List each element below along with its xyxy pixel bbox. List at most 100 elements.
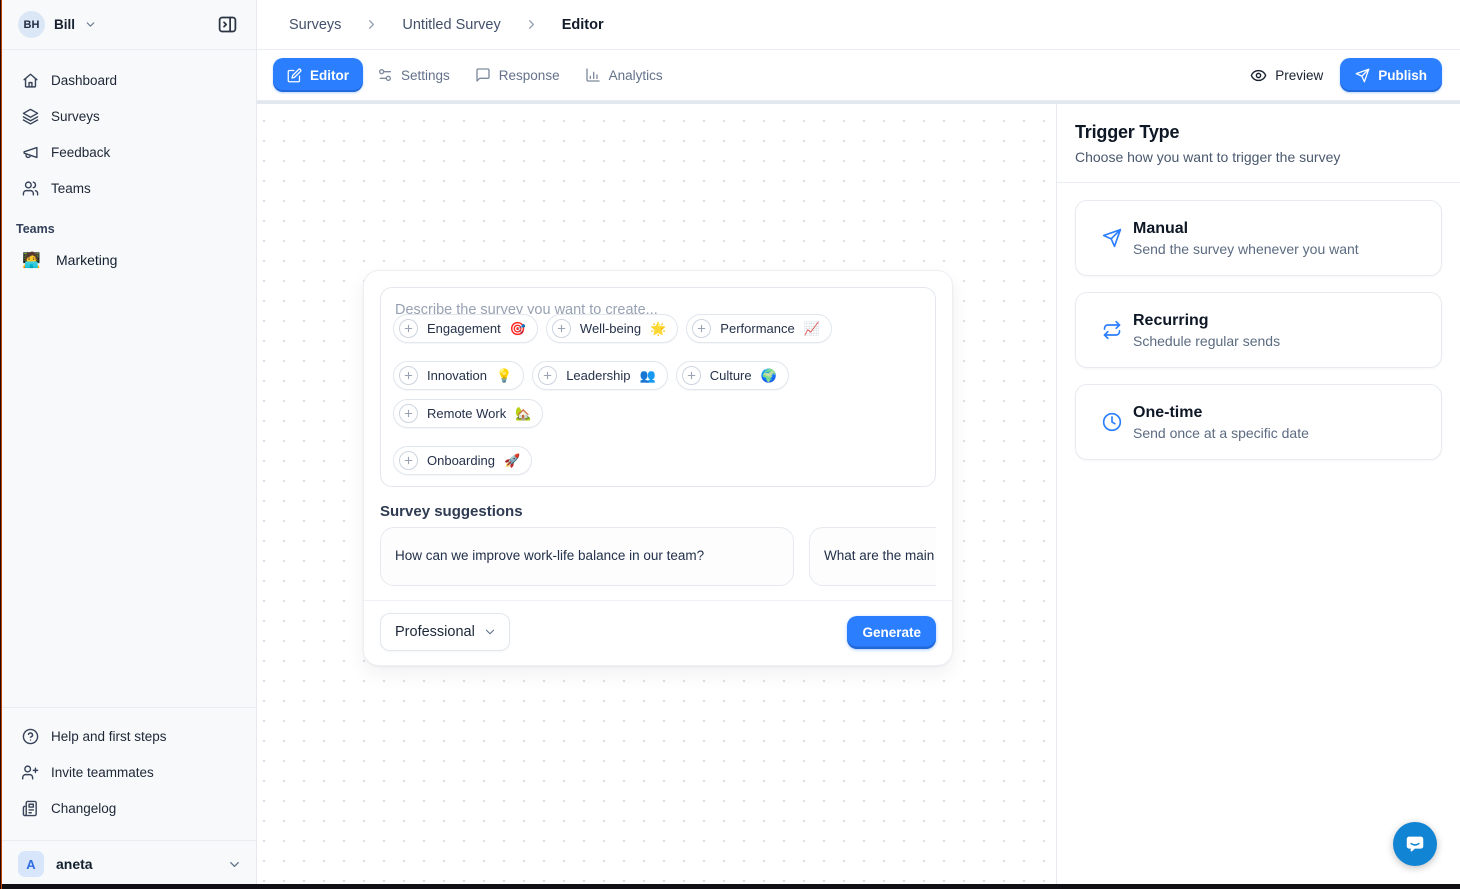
chip-performance[interactable]: Performance 📈 [686, 314, 832, 343]
sidebar-item-feedback[interactable]: Feedback [12, 135, 244, 169]
sidebar-item-dashboard[interactable]: Dashboard [12, 63, 244, 97]
preview-button[interactable]: Preview [1250, 67, 1323, 84]
house-emoji: 🏡 [515, 407, 531, 420]
user-menu[interactable]: A aneta [0, 840, 256, 889]
trigger-option-description: Schedule regular sends [1133, 333, 1280, 349]
chip-engagement[interactable]: Engagement 🎯 [393, 314, 538, 343]
chat-launcher-button[interactable] [1393, 822, 1437, 866]
chip-label: Onboarding [427, 453, 495, 468]
workspace-switcher[interactable]: BH Bill [0, 0, 256, 50]
survey-canvas[interactable]: Engagement 🎯 Well-being 🌟 Performance 📈 [257, 101, 1057, 889]
plus-icon [399, 319, 418, 338]
repeat-icon [1102, 320, 1122, 340]
composer-footer: Professional Generate [364, 600, 952, 665]
publish-button[interactable]: Publish [1340, 58, 1442, 92]
chip-label: Innovation [427, 368, 487, 383]
chip-innovation[interactable]: Innovation 💡 [393, 361, 524, 390]
tab-response[interactable]: Response [464, 58, 571, 92]
editor-toolbar: Editor Settings Response Analytics [257, 50, 1460, 101]
send-icon [1102, 228, 1122, 248]
preview-label: Preview [1275, 68, 1323, 83]
sidebar-item-label: Invite teammates [51, 765, 154, 780]
tone-value: Professional [395, 624, 475, 640]
trigger-option-title: One-time [1133, 404, 1309, 422]
sidebar-item-help[interactable]: Help and first steps [12, 719, 244, 753]
tab-settings[interactable]: Settings [366, 58, 461, 92]
tab-label: Editor [310, 68, 349, 83]
panel-subtitle: Choose how you want to trigger the surve… [1075, 149, 1442, 165]
busts-emoji: 👥 [640, 369, 656, 382]
trigger-panel: Trigger Type Choose how you want to trig… [1057, 101, 1460, 889]
user-avatar: A [18, 851, 44, 877]
screen-edge-artifact-bottom [0, 884, 1460, 889]
tab-analytics[interactable]: Analytics [574, 58, 674, 92]
user-name: aneta [56, 856, 93, 872]
panel-title: Trigger Type [1075, 122, 1442, 143]
collapse-sidebar-button[interactable] [213, 10, 242, 39]
layers-icon [22, 108, 39, 125]
chip-culture[interactable]: Culture 🌍 [676, 361, 789, 390]
screen-edge-artifact-left [0, 0, 2, 889]
bulb-emoji: 💡 [496, 369, 512, 382]
suggestions-title: Survey suggestions [380, 503, 936, 520]
suggestion-card[interactable]: What are the main ob [809, 527, 936, 586]
tab-label: Settings [401, 68, 450, 83]
chip-label: Leadership [566, 368, 630, 383]
breadcrumb: Surveys Untitled Survey Editor [257, 0, 1460, 50]
panel-collapse-icon [217, 14, 238, 35]
chip-well-being[interactable]: Well-being 🌟 [546, 314, 678, 343]
chip-onboarding[interactable]: Onboarding 🚀 [393, 446, 532, 475]
sidebar-item-invite-teammates[interactable]: Invite teammates [12, 755, 244, 789]
eye-icon [1250, 67, 1267, 84]
clock-icon [1102, 412, 1122, 432]
home-icon [22, 72, 39, 89]
sidebar-item-changelog[interactable]: Changelog [12, 791, 244, 825]
chip-label: Performance [720, 321, 794, 336]
breadcrumb-item-untitled-survey[interactable]: Untitled Survey [402, 17, 500, 33]
tab-editor[interactable]: Editor [273, 58, 363, 92]
sidebar-item-label: Teams [51, 181, 91, 196]
chip-remote-work[interactable]: Remote Work 🏡 [393, 399, 543, 428]
chip-leadership[interactable]: Leadership 👥 [532, 361, 668, 390]
composer-card: Engagement 🎯 Well-being 🌟 Performance 📈 [363, 270, 953, 666]
teams-section-label: Teams [0, 209, 256, 242]
survey-prompt-input[interactable] [393, 300, 923, 314]
plus-icon [552, 319, 571, 338]
globe-emoji: 🌍 [761, 369, 777, 382]
suggestion-card[interactable]: How can we improve work-life balance in … [380, 527, 794, 586]
rocket-emoji: 🚀 [504, 454, 520, 467]
survey-suggestions: Survey suggestions How can we improve wo… [364, 487, 952, 586]
workspace-name: Bill [54, 17, 75, 32]
sliders-icon [377, 67, 393, 83]
trigger-option-one-time[interactable]: One-time Send once at a specific date [1075, 384, 1442, 460]
sidebar-item-label: Changelog [51, 801, 116, 816]
plus-icon [538, 366, 557, 385]
trigger-option-recurring[interactable]: Recurring Schedule regular sends [1075, 292, 1442, 368]
chip-label: Remote Work [427, 406, 506, 421]
trigger-option-manual[interactable]: Manual Send the survey whenever you want [1075, 200, 1442, 276]
plus-icon [399, 451, 418, 470]
bar-chart-icon [585, 67, 601, 83]
breadcrumb-item-surveys[interactable]: Surveys [289, 17, 341, 33]
tone-select[interactable]: Professional [380, 613, 510, 651]
newspaper-icon [22, 800, 39, 817]
chevron-right-icon [364, 17, 379, 32]
megaphone-icon [22, 144, 39, 161]
sidebar-item-label: Dashboard [51, 73, 117, 88]
technologist-emoji: 🧑‍💻 [22, 251, 40, 269]
chip-label: Engagement [427, 321, 501, 336]
sidebar-item-surveys[interactable]: Surveys [12, 99, 244, 133]
plus-icon [692, 319, 711, 338]
sidebar-item-marketing[interactable]: 🧑‍💻 Marketing [8, 242, 248, 278]
topic-chips: Engagement 🎯 Well-being 🌟 Performance 📈 [393, 314, 923, 475]
generate-button[interactable]: Generate [847, 616, 936, 649]
publish-label: Publish [1378, 68, 1427, 83]
tab-label: Response [499, 68, 560, 83]
chevron-down-icon [483, 625, 497, 639]
team-name: Marketing [56, 252, 117, 268]
main-area: Surveys Untitled Survey Editor Editor Se… [257, 0, 1460, 889]
sidebar-item-teams[interactable]: Teams [12, 171, 244, 205]
survey-prompt-box: Engagement 🎯 Well-being 🌟 Performance 📈 [380, 287, 936, 487]
message-square-icon [475, 67, 491, 83]
tab-label: Analytics [609, 68, 663, 83]
